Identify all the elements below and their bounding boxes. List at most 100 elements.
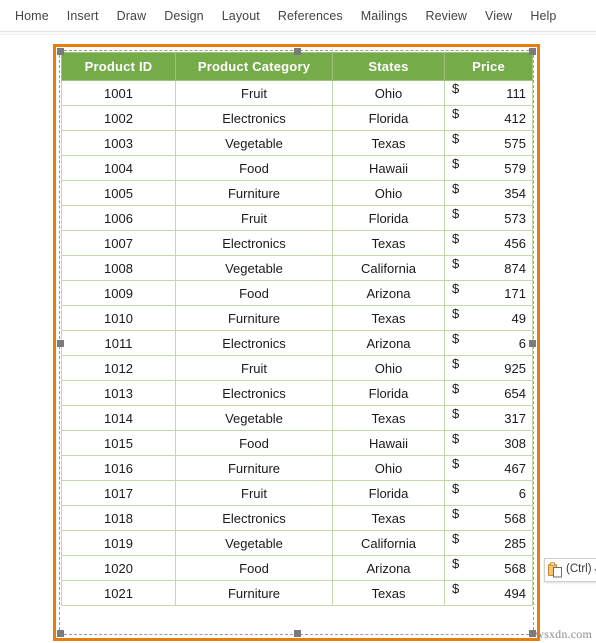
- cell-state[interactable]: California: [332, 530, 445, 556]
- table-row[interactable]: 1003 Vegetable Texas $575: [61, 130, 533, 156]
- cell-price[interactable]: $575: [444, 130, 533, 156]
- cell-product-category[interactable]: Food: [175, 555, 333, 581]
- resize-handle-bottom-left[interactable]: [57, 630, 64, 637]
- pasted-table-selection-frame[interactable]: Product ID Product Category States Price…: [53, 44, 540, 641]
- ribbon-tab-draw[interactable]: Draw: [108, 5, 156, 27]
- cell-state[interactable]: Texas: [332, 580, 445, 606]
- cell-product-category[interactable]: Vegetable: [175, 530, 333, 556]
- cell-price[interactable]: $568: [444, 505, 533, 531]
- cell-product-id[interactable]: 1018: [61, 505, 176, 531]
- cell-product-id[interactable]: 1002: [61, 105, 176, 131]
- cell-state[interactable]: Hawaii: [332, 155, 445, 181]
- cell-price[interactable]: $467: [444, 455, 533, 481]
- table-row[interactable]: 1006 Fruit Florida $573: [61, 205, 533, 231]
- resize-handle-middle-right[interactable]: [529, 339, 536, 347]
- cell-state[interactable]: Florida: [332, 205, 445, 231]
- column-header-product-id[interactable]: Product ID: [61, 52, 176, 81]
- cell-state[interactable]: Arizona: [332, 330, 445, 356]
- ribbon-tab-help[interactable]: Help: [521, 5, 565, 27]
- ribbon-tab-references[interactable]: References: [269, 5, 352, 27]
- cell-product-id[interactable]: 1017: [61, 480, 176, 506]
- table-row[interactable]: 1016 Furniture Ohio $467: [61, 455, 533, 481]
- cell-price[interactable]: $654: [444, 380, 533, 406]
- cell-product-category[interactable]: Fruit: [175, 205, 333, 231]
- table-row[interactable]: 1009 Food Arizona $171: [61, 280, 533, 306]
- column-header-price[interactable]: Price: [444, 52, 533, 81]
- cell-product-id[interactable]: 1001: [61, 80, 176, 106]
- ribbon-tab-review[interactable]: Review: [416, 5, 476, 27]
- cell-product-category[interactable]: Furniture: [175, 180, 333, 206]
- cell-product-category[interactable]: Food: [175, 430, 333, 456]
- cell-state[interactable]: Florida: [332, 380, 445, 406]
- cell-price[interactable]: $317: [444, 405, 533, 431]
- cell-price[interactable]: $49: [444, 305, 533, 331]
- cell-price[interactable]: $573: [444, 205, 533, 231]
- cell-product-category[interactable]: Furniture: [175, 305, 333, 331]
- cell-price[interactable]: $285: [444, 530, 533, 556]
- cell-price[interactable]: $412: [444, 105, 533, 131]
- ribbon-tab-insert[interactable]: Insert: [58, 5, 108, 27]
- table-row[interactable]: 1002 Electronics Florida $412: [61, 105, 533, 131]
- table-row[interactable]: 1007 Electronics Texas $456: [61, 230, 533, 256]
- table-row[interactable]: 1012 Fruit Ohio $925: [61, 355, 533, 381]
- cell-price[interactable]: $6: [444, 480, 533, 506]
- cell-product-id[interactable]: 1005: [61, 180, 176, 206]
- cell-state[interactable]: Ohio: [332, 80, 445, 106]
- resize-handle-middle-left[interactable]: [57, 339, 64, 347]
- table-row[interactable]: 1011 Electronics Arizona $6: [61, 330, 533, 356]
- table-row[interactable]: 1001 Fruit Ohio $111: [61, 80, 533, 106]
- cell-price[interactable]: $579: [444, 155, 533, 181]
- cell-product-category[interactable]: Electronics: [175, 505, 333, 531]
- ribbon-tab-design[interactable]: Design: [155, 5, 213, 27]
- cell-state[interactable]: Ohio: [332, 180, 445, 206]
- cell-product-id[interactable]: 1004: [61, 155, 176, 181]
- cell-product-category[interactable]: Fruit: [175, 355, 333, 381]
- ribbon-tab-view[interactable]: View: [476, 5, 521, 27]
- cell-price[interactable]: $308: [444, 430, 533, 456]
- cell-product-category[interactable]: Furniture: [175, 580, 333, 606]
- cell-product-id[interactable]: 1011: [61, 330, 176, 356]
- table-row[interactable]: 1010 Furniture Texas $49: [61, 305, 533, 331]
- cell-product-category[interactable]: Food: [175, 280, 333, 306]
- cell-state[interactable]: California: [332, 255, 445, 281]
- table-row[interactable]: 1018 Electronics Texas $568: [61, 505, 533, 531]
- cell-product-id[interactable]: 1013: [61, 380, 176, 406]
- paste-options-button[interactable]: (Ctrl) ▾: [544, 558, 596, 582]
- column-header-product-category[interactable]: Product Category: [175, 52, 333, 81]
- cell-product-category[interactable]: Fruit: [175, 480, 333, 506]
- cell-price[interactable]: $925: [444, 355, 533, 381]
- cell-price[interactable]: $456: [444, 230, 533, 256]
- cell-state[interactable]: Texas: [332, 305, 445, 331]
- cell-price[interactable]: $874: [444, 255, 533, 281]
- resize-handle-top-right[interactable]: [529, 48, 536, 55]
- table-row[interactable]: 1019 Vegetable California $285: [61, 530, 533, 556]
- cell-product-id[interactable]: 1009: [61, 280, 176, 306]
- cell-state[interactable]: Texas: [332, 130, 445, 156]
- table-row[interactable]: 1005 Furniture Ohio $354: [61, 180, 533, 206]
- cell-state[interactable]: Texas: [332, 505, 445, 531]
- cell-product-category[interactable]: Vegetable: [175, 130, 333, 156]
- table-row[interactable]: 1015 Food Hawaii $308: [61, 430, 533, 456]
- cell-state[interactable]: Florida: [332, 480, 445, 506]
- cell-price[interactable]: $6: [444, 330, 533, 356]
- product-table[interactable]: Product ID Product Category States Price…: [61, 52, 533, 606]
- cell-state[interactable]: Texas: [332, 405, 445, 431]
- cell-product-id[interactable]: 1020: [61, 555, 176, 581]
- cell-product-category[interactable]: Vegetable: [175, 255, 333, 281]
- cell-product-id[interactable]: 1007: [61, 230, 176, 256]
- cell-product-id[interactable]: 1006: [61, 205, 176, 231]
- resize-handle-top-left[interactable]: [57, 48, 64, 55]
- cell-product-category[interactable]: Electronics: [175, 330, 333, 356]
- cell-product-category[interactable]: Vegetable: [175, 405, 333, 431]
- cell-state[interactable]: Hawaii: [332, 430, 445, 456]
- cell-product-category[interactable]: Fruit: [175, 80, 333, 106]
- cell-price[interactable]: $171: [444, 280, 533, 306]
- ribbon-tab-mailings[interactable]: Mailings: [352, 5, 417, 27]
- cell-product-category[interactable]: Electronics: [175, 380, 333, 406]
- cell-product-id[interactable]: 1014: [61, 405, 176, 431]
- cell-state[interactable]: Arizona: [332, 280, 445, 306]
- table-row[interactable]: 1008 Vegetable California $874: [61, 255, 533, 281]
- cell-product-id[interactable]: 1015: [61, 430, 176, 456]
- table-row[interactable]: 1017 Fruit Florida $6: [61, 480, 533, 506]
- cell-state[interactable]: Arizona: [332, 555, 445, 581]
